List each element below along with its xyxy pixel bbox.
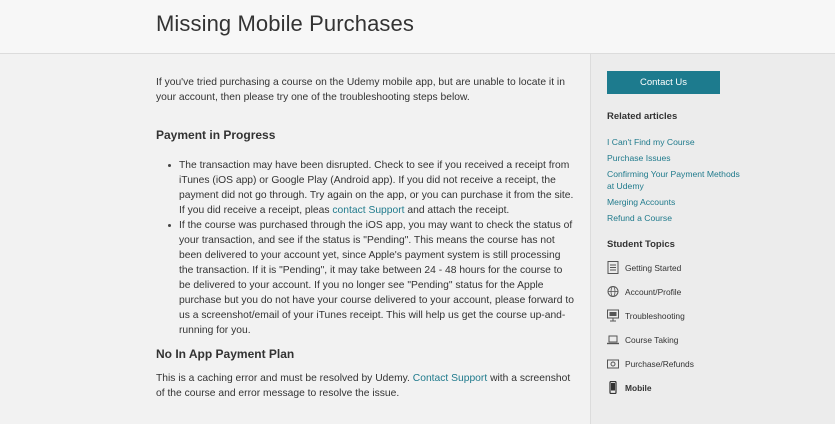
related-article-item: Confirming Your Payment Methods at Udemy [607,168,747,192]
contact-us-button[interactable]: Contact Us [607,71,720,94]
topic-label: Getting Started [625,263,682,273]
student-topics-heading: Student Topics [607,239,675,250]
bullet-dot [168,164,171,167]
student-topics-list: Getting Started Account/Profile Troubles… [607,260,694,404]
list-item: If the course was purchased through the … [166,218,576,338]
topic-course-taking[interactable]: Course Taking [607,332,694,356]
topic-label: Troubleshooting [625,311,685,321]
topic-getting-started[interactable]: Getting Started [607,260,694,284]
related-article-link[interactable]: Merging Accounts [607,197,675,207]
related-article-link[interactable]: Purchase Issues [607,153,671,163]
payment-card-icon [607,359,619,369]
related-article-link[interactable]: Refund a Course [607,213,672,223]
topic-label: Course Taking [625,335,679,345]
topic-label: Purchase/Refunds [625,359,694,369]
topic-label: Mobile [625,383,652,393]
monitor-icon [607,309,619,322]
bullet-dot [168,224,171,227]
contact-support-link[interactable]: Contact Support [413,373,487,384]
section-heading-payment-in-progress: Payment in Progress [156,128,276,142]
related-article-item: Purchase Issues [607,152,747,164]
no-payment-plan-paragraph: This is a caching error and must be reso… [156,371,576,401]
sidebar: Contact Us Related articles I Can't Find… [590,54,835,424]
related-article-item: I Can't Find my Course [607,136,747,148]
topic-mobile[interactable]: Mobile [607,380,694,404]
section-heading-no-in-app-payment-plan: No In App Payment Plan [156,347,295,361]
laptop-icon [607,335,619,345]
topic-label: Account/Profile [625,287,682,297]
checklist-icon [607,261,619,274]
related-article-link[interactable]: I Can't Find my Course [607,137,695,147]
related-article-item: Merging Accounts [607,196,747,208]
list-item: The transaction may have been disrupted.… [166,158,576,218]
related-article-item: Refund a Course [607,212,747,224]
globe-icon [607,286,619,297]
paragraph-text: This is a caching error and must be reso… [156,373,413,384]
topic-purchase-refunds[interactable]: Purchase/Refunds [607,356,694,380]
bullet-text: If the course was purchased through the … [179,220,574,336]
mobile-phone-icon [609,381,617,394]
related-article-link[interactable]: Confirming Your Payment Methods at Udemy [607,169,740,191]
intro-paragraph: If you've tried purchasing a course on t… [156,77,565,103]
related-articles-list: I Can't Find my Course Purchase Issues C… [607,136,747,228]
page-header: Missing Mobile Purchases [0,0,835,54]
contact-support-link[interactable]: contact Support [332,205,404,216]
topic-account-profile[interactable]: Account/Profile [607,284,694,308]
bullet-text-end: and attach the receipt. [404,205,510,216]
topic-troubleshooting[interactable]: Troubleshooting [607,308,694,332]
payment-in-progress-list: The transaction may have been disrupted.… [166,158,576,338]
page-title: Missing Mobile Purchases [156,11,414,36]
related-articles-heading: Related articles [607,111,678,122]
